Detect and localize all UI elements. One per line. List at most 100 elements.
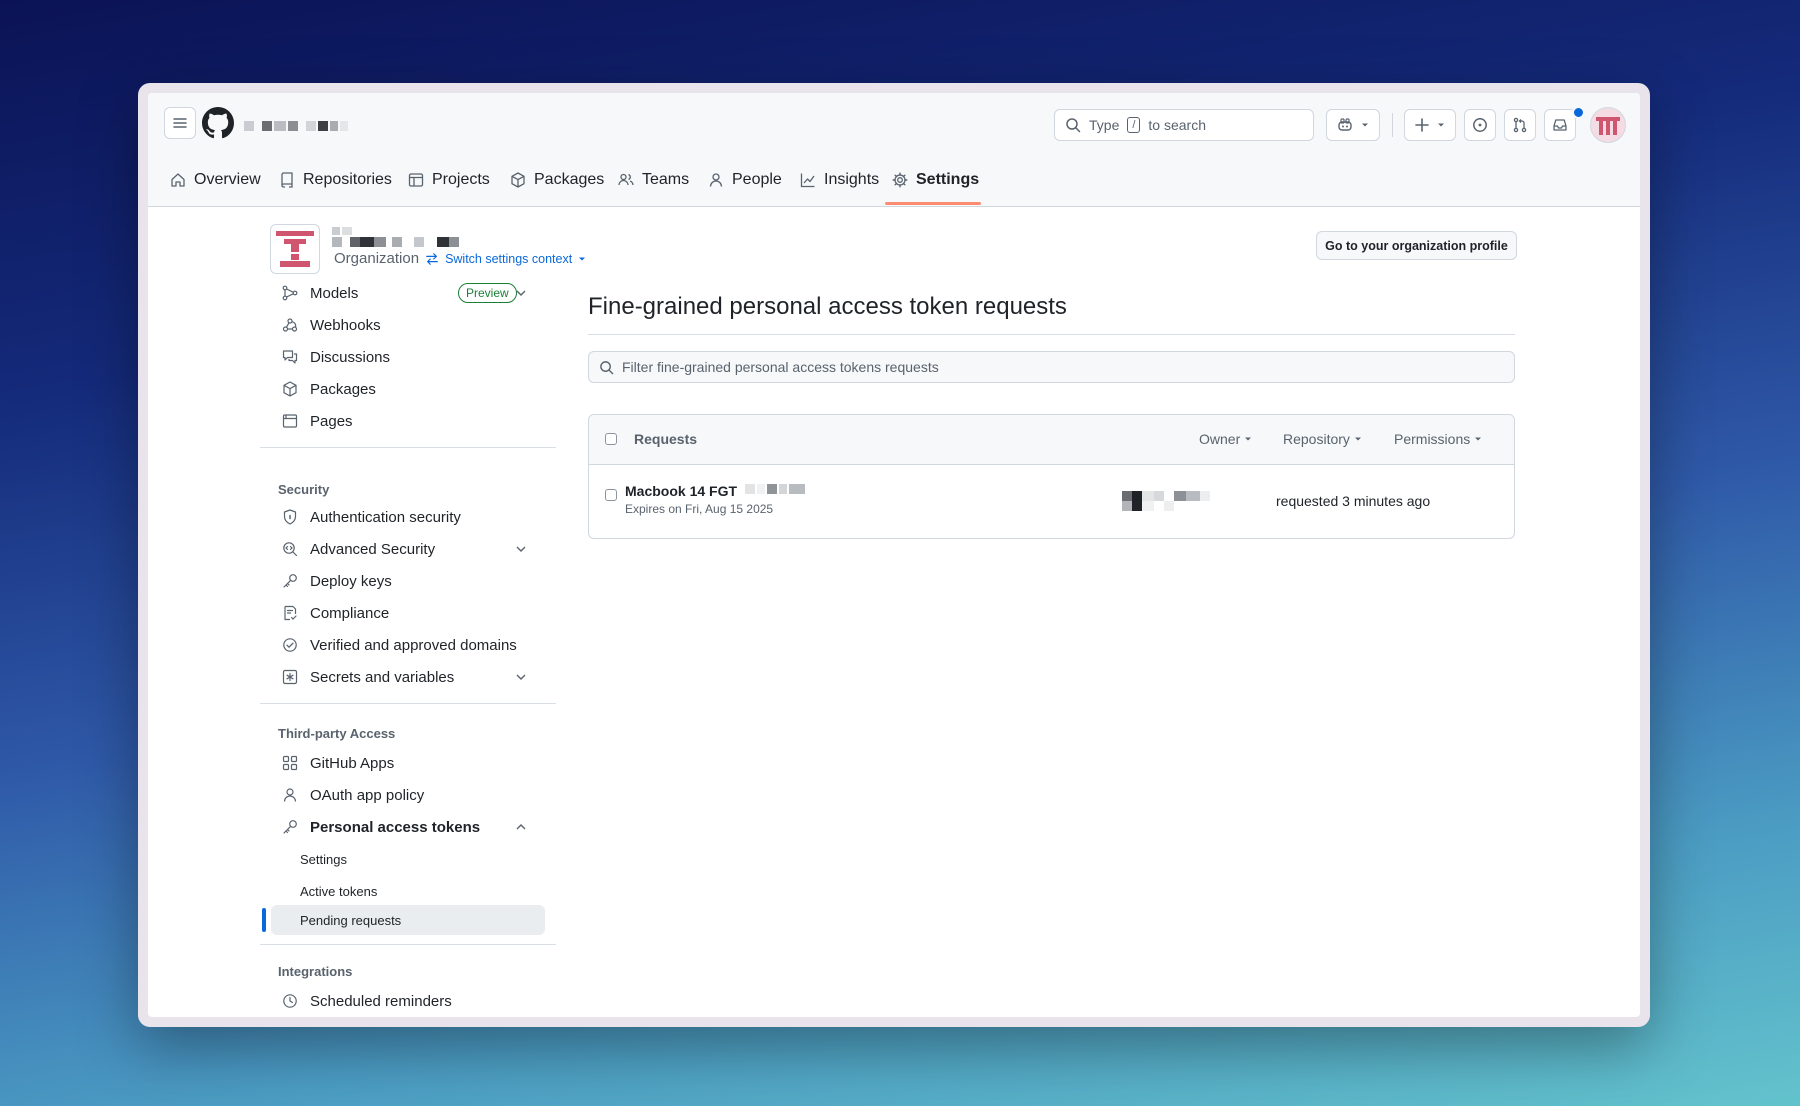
repo-icon (279, 172, 295, 188)
sidebar-subitem-label: Pending requests (300, 912, 402, 928)
sidebar-item-label: Advanced Security (310, 540, 436, 558)
graph-icon (800, 172, 816, 188)
sidebar-subitem-active-tokens[interactable]: Active tokens (268, 876, 553, 906)
chevron-down-icon[interactable] (512, 287, 530, 299)
org-name-redacted (332, 227, 472, 249)
sidebar-heading-security: Security (278, 482, 330, 497)
sidebar-item-compliance[interactable]: Compliance (268, 598, 553, 628)
table-icon (408, 172, 424, 188)
tab-label: Projects (432, 171, 490, 188)
sidebar-heading-integrations: Integrations (278, 964, 353, 979)
sidebar-item-verified-domains[interactable]: Verified and approved domains (268, 630, 553, 660)
key-icon (281, 819, 299, 835)
repository-filter[interactable]: Repository (1283, 431, 1362, 447)
menu-button[interactable] (164, 107, 196, 139)
tab-overview[interactable]: Overview (170, 163, 261, 197)
shield-lock-icon (281, 509, 299, 525)
tab-people[interactable]: People (708, 163, 782, 197)
caret-down-icon (1354, 435, 1362, 443)
sidebar-item-label: Discussions (310, 348, 391, 366)
token-expiry: Expires on Fri, Aug 15 2025 (625, 502, 774, 516)
tab-projects[interactable]: Projects (408, 163, 490, 197)
key-icon (281, 573, 299, 589)
search-key-hint: / (1127, 117, 1141, 133)
sidebar-item-discussions[interactable]: Discussions (268, 342, 553, 372)
sidebar-item-scheduled-reminders[interactable]: Scheduled reminders (268, 986, 553, 1016)
org-type-row: Organization Switch settings context (334, 250, 586, 267)
tab-repositories[interactable]: Repositories (279, 163, 392, 197)
issue-opened-icon (1472, 117, 1488, 133)
tab-label: Packages (534, 171, 605, 188)
sidebar-subitem-label: Settings (300, 851, 347, 867)
avatar[interactable] (1590, 107, 1626, 143)
sidebar-item-label: Scheduled reminders (310, 992, 452, 1010)
selected-tab-indicator (885, 202, 981, 205)
chevron-down-icon[interactable] (512, 543, 530, 555)
package-icon (281, 381, 299, 397)
notification-dot (1572, 106, 1585, 119)
sidebar-item-github-apps[interactable]: GitHub Apps (268, 748, 553, 778)
go-to-profile-label: Go to your organization profile (1325, 238, 1508, 253)
tab-packages[interactable]: Packages (510, 163, 604, 197)
tab-teams[interactable]: Teams (618, 163, 689, 197)
sidebar-item-models[interactable]: Models Preview (268, 278, 553, 308)
header-divider (1392, 113, 1393, 137)
gear-icon (892, 172, 908, 188)
title-divider (588, 334, 1515, 335)
tab-insights[interactable]: Insights (800, 163, 879, 197)
sidebar-item-label: GitHub Apps (310, 754, 395, 772)
browser-window: Type / to search Overview Repositories P… (138, 83, 1650, 1027)
sidebar-divider (260, 447, 556, 448)
sidebar-subitem-pending-requests[interactable]: Pending requests (271, 905, 545, 935)
org-type-label: Organization (334, 250, 420, 267)
package-icon (510, 172, 526, 188)
sidebar-item-pages[interactable]: Pages (268, 406, 553, 436)
tab-label: Insights (824, 171, 880, 188)
person-icon (708, 172, 724, 188)
sidebar-item-personal-access-tokens[interactable]: Personal access tokens (268, 812, 553, 842)
requests-table: Requests Owner Repository Permissions Ma… (588, 414, 1515, 539)
sidebar-item-label: Deploy keys (310, 572, 392, 590)
sidebar-item-authentication-security[interactable]: Authentication security (268, 502, 553, 532)
token-name-link[interactable]: Macbook 14 FGT (625, 483, 737, 499)
preview-badge: Preview (458, 283, 517, 303)
tab-settings[interactable]: Settings (892, 163, 979, 197)
switch-context-link[interactable]: Switch settings context (425, 252, 586, 266)
table-row: Macbook 14 FGT Expires on Fri, Aug 15 20… (589, 465, 1514, 538)
sidebar-subitem-settings[interactable]: Settings (268, 844, 553, 874)
sidebar-item-advanced-security[interactable]: Advanced Security (268, 534, 553, 564)
search-input[interactable]: Type / to search (1054, 109, 1314, 141)
pull-requests-button[interactable] (1504, 109, 1536, 141)
chevron-down-icon[interactable] (512, 671, 530, 683)
select-all-checkbox[interactable] (605, 433, 617, 445)
person-icon (281, 787, 299, 803)
org-avatar (270, 224, 320, 274)
copilot-button[interactable] (1326, 109, 1380, 141)
filter-input[interactable]: Filter fine-grained personal access toke… (588, 351, 1515, 383)
sidebar-item-deploy-keys[interactable]: Deploy keys (268, 566, 553, 596)
create-new-button[interactable] (1404, 109, 1456, 141)
people-icon (618, 172, 634, 188)
search-placeholder: to search (1148, 117, 1207, 133)
caret-down-icon (1437, 121, 1445, 129)
sidebar-item-oauth-app-policy[interactable]: OAuth app policy (268, 780, 553, 810)
discussions-icon (281, 349, 299, 365)
selected-item-indicator (262, 908, 266, 932)
go-to-profile-button[interactable]: Go to your organization profile (1316, 231, 1517, 260)
sidebar-item-webhooks[interactable]: Webhooks (268, 310, 553, 340)
issues-button[interactable] (1464, 109, 1496, 141)
permissions-filter[interactable]: Permissions (1394, 431, 1482, 447)
github-logo-icon[interactable] (202, 107, 234, 139)
sidebar-item-secrets-and-variables[interactable]: Secrets and variables (268, 662, 553, 692)
sidebar-item-packages[interactable]: Packages (268, 374, 553, 404)
org-name-redacted[interactable] (244, 121, 354, 133)
permissions-filter-label: Permissions (1394, 431, 1471, 447)
owner-filter[interactable]: Owner (1199, 431, 1252, 447)
sidebar-divider (260, 703, 556, 704)
sidebar-item-label: Pages (310, 412, 353, 430)
sidebar-item-label: Secrets and variables (310, 668, 455, 686)
chevron-up-icon[interactable] (512, 821, 530, 833)
table-header-label: Requests (634, 431, 698, 447)
row-checkbox[interactable] (605, 489, 617, 501)
tab-label: Settings (916, 171, 980, 188)
